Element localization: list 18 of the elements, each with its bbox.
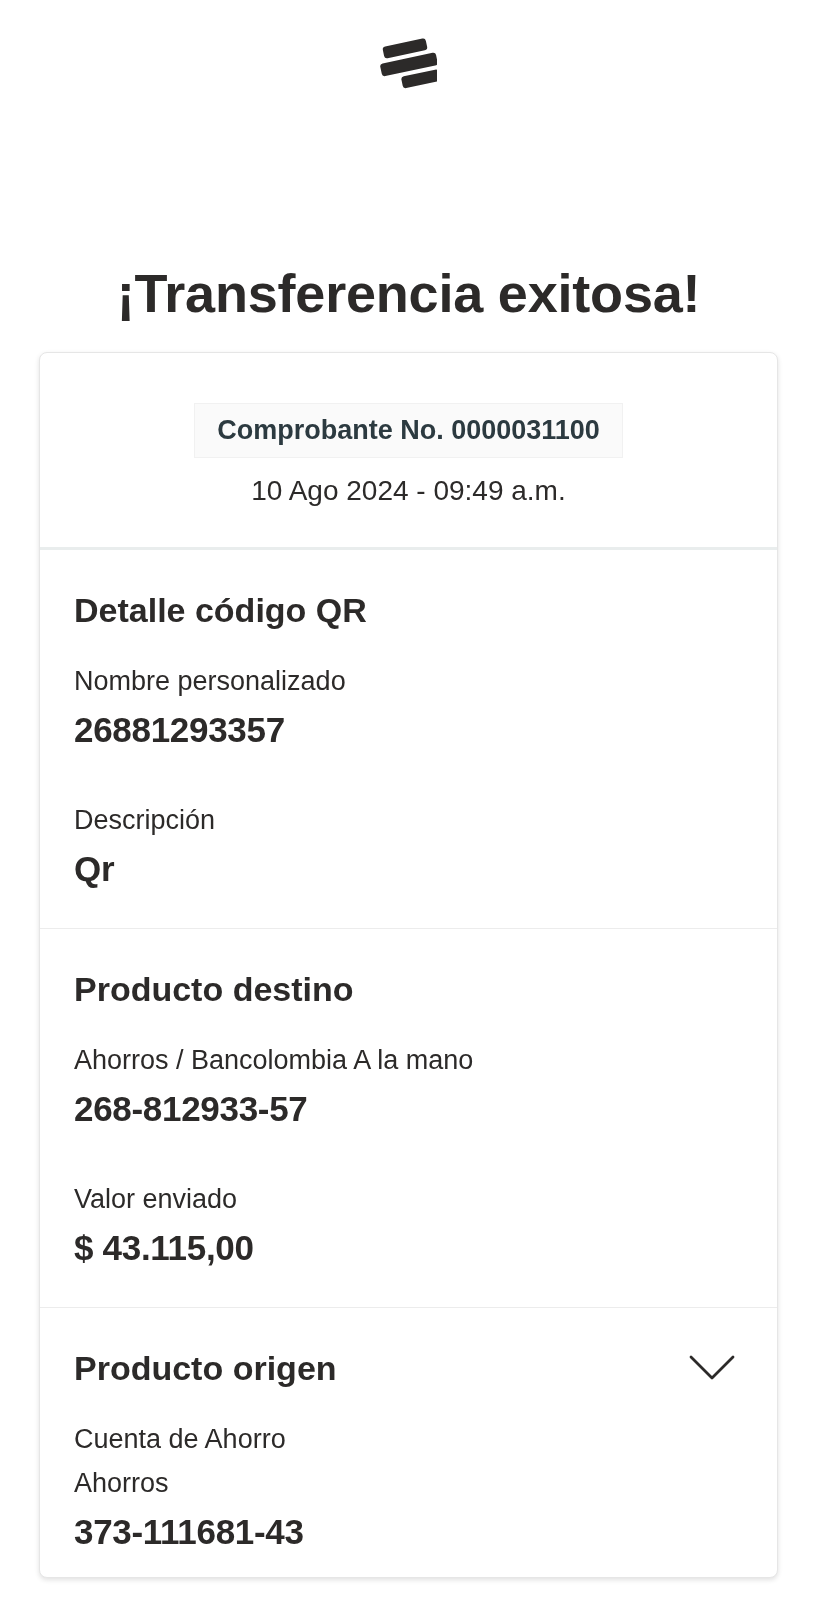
field-value: Qr — [74, 848, 115, 890]
receipt-date: 10 Ago 2024 - 09:49 a.m. — [251, 474, 566, 508]
field-label: Nombre personalizado — [74, 665, 346, 698]
field-value: 268-812933-57 — [74, 1088, 308, 1130]
field-value: $ 43.115,00 — [74, 1227, 254, 1269]
field-value: 26881293357 — [74, 709, 285, 751]
field-label: Ahorros / Bancolombia A la mano — [74, 1044, 474, 1077]
chevron-down-icon[interactable] — [689, 1355, 735, 1381]
section-title: Producto destino — [74, 969, 354, 1009]
field-value: 373-111681-43 — [74, 1511, 304, 1553]
field-label: Ahorros — [74, 1467, 169, 1500]
receipt-number: Comprobante No. 0000031100 — [194, 403, 623, 458]
field-label: Cuenta de Ahorro — [74, 1423, 286, 1456]
section-title: Detalle código QR — [74, 590, 367, 630]
section-title: Producto origen — [74, 1348, 337, 1388]
page-title: ¡Transferencia exitosa! — [116, 262, 701, 325]
field-label: Descripción — [74, 804, 216, 837]
field-label: Valor enviado — [74, 1183, 238, 1216]
